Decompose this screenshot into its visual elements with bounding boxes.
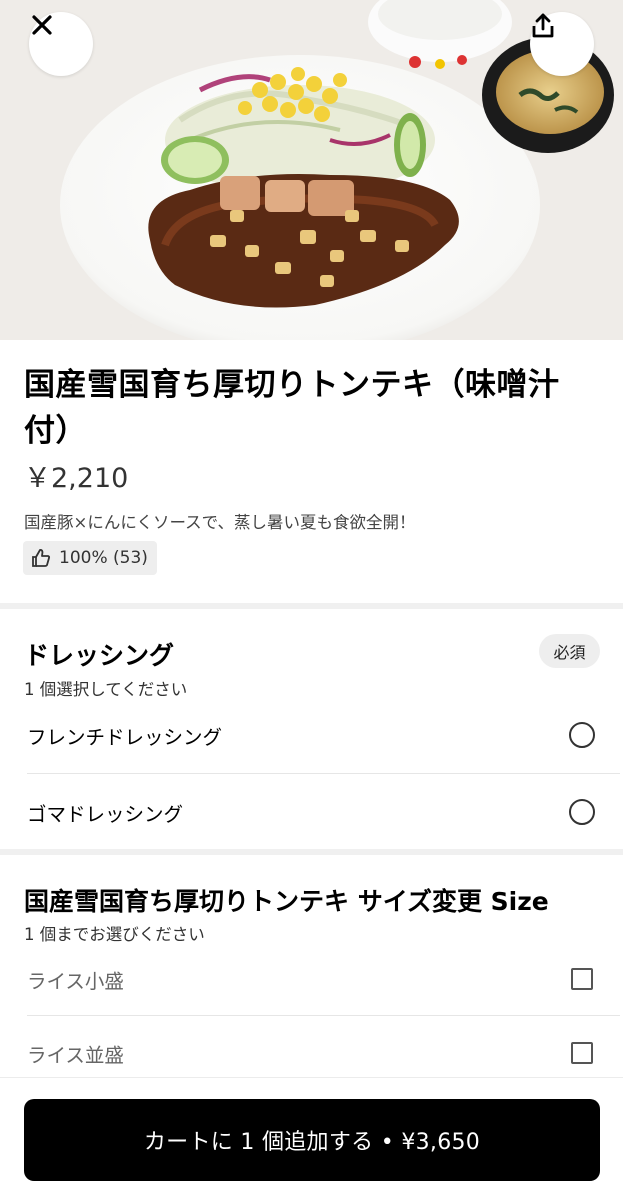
- dressing-section-title: ドレッシング: [24, 641, 175, 670]
- share-button[interactable]: [530, 12, 594, 76]
- option-label: ライス並盛: [27, 1043, 124, 1067]
- close-icon: [32, 15, 52, 35]
- item-photo: [0, 0, 623, 340]
- option-label: ライス小盛: [27, 969, 124, 993]
- row-divider: [27, 773, 620, 774]
- size-section-subtitle: 1 個までお選びください: [24, 925, 205, 944]
- add-to-cart-button[interactable]: カートに 1 個追加する • ¥3,650: [24, 1099, 600, 1181]
- option-label: フレンチドレッシング: [27, 725, 223, 749]
- dressing-option-french[interactable]: フレンチドレッシング: [27, 705, 620, 765]
- size-section-title: 国産雪国育ち厚切りトンテキ サイズ変更 Size: [24, 887, 549, 916]
- size-option-small-rice[interactable]: ライス小盛: [27, 949, 620, 1009]
- section-divider: [0, 849, 623, 855]
- radio-button[interactable]: [569, 722, 595, 748]
- option-label: ゴマドレッシング: [27, 802, 184, 826]
- section-divider: [0, 603, 623, 609]
- rating-text: 100% (53): [59, 548, 148, 568]
- dressing-option-sesame[interactable]: ゴマドレッシング: [27, 782, 620, 842]
- rating-badge: 100% (53): [23, 541, 157, 575]
- item-description: 国産豚×にんにくソースで、蒸し暑い夏も食欲全開！: [24, 513, 416, 532]
- thumbs-up-icon: [32, 549, 51, 567]
- checkbox[interactable]: [571, 968, 593, 990]
- checkbox[interactable]: [571, 1042, 593, 1064]
- row-divider: [27, 1015, 620, 1016]
- radio-button[interactable]: [569, 799, 595, 825]
- item-title: 国産雪国育ち厚切りトンテキ（味噌汁付）: [24, 367, 560, 449]
- share-icon: [532, 13, 554, 38]
- size-option-regular-rice[interactable]: ライス並盛: [27, 1023, 620, 1083]
- food-illustration: [0, 0, 623, 340]
- dressing-section-subtitle: 1 個選択してください: [24, 680, 188, 699]
- required-badge: 必須: [539, 634, 600, 668]
- item-price: ￥2,210: [24, 463, 129, 494]
- close-button[interactable]: [29, 12, 93, 76]
